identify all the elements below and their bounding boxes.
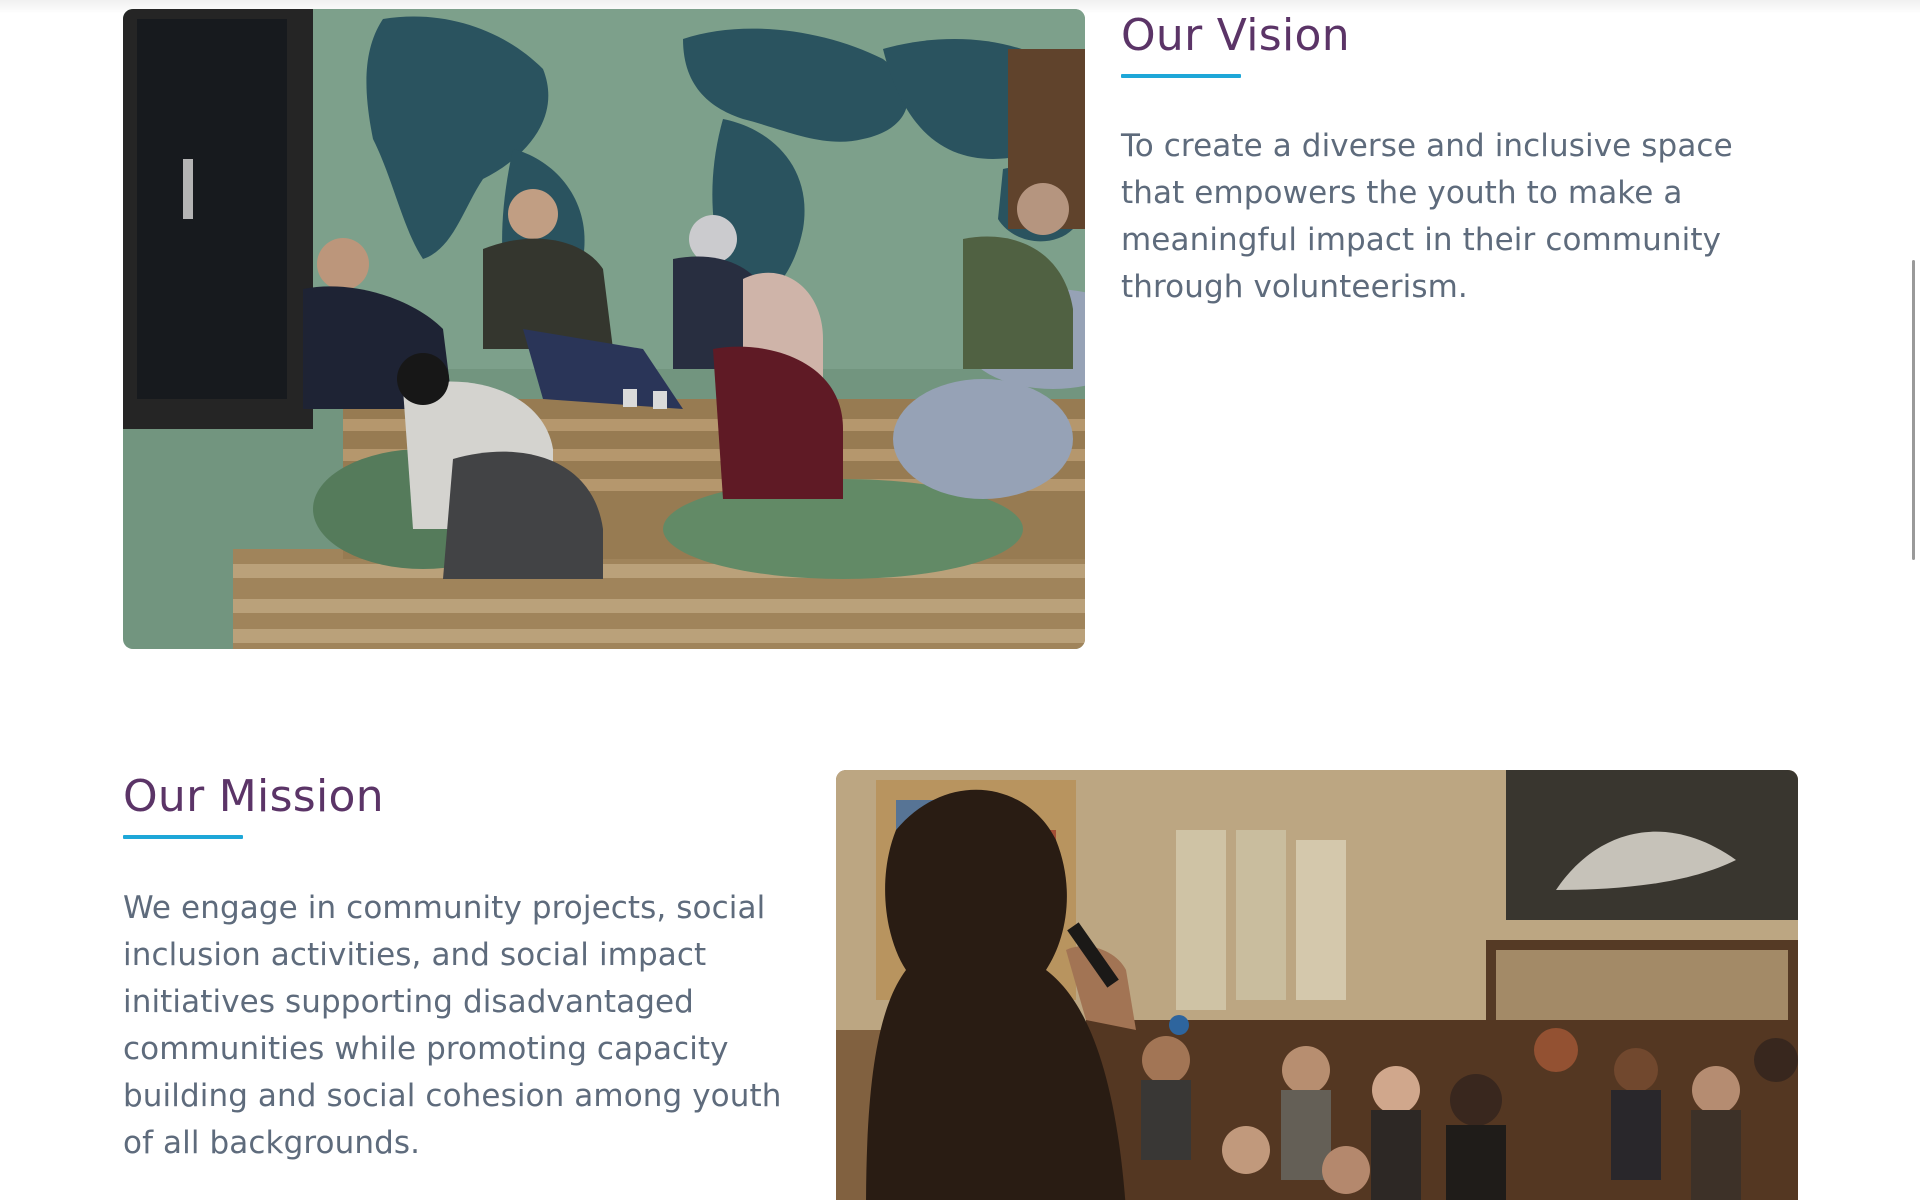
scrollbar-thumb[interactable] [1912, 260, 1915, 560]
vision-photo [123, 9, 1085, 649]
vision-heading: Our Vision [1121, 10, 1350, 61]
vision-heading-underline [1121, 74, 1241, 78]
mission-heading-underline [123, 835, 243, 839]
vision-text: To create a diverse and inclusive space … [1121, 128, 1733, 305]
mission-photo [836, 770, 1798, 1200]
mission-heading: Our Mission [123, 771, 384, 822]
mission-photo-illustration [836, 770, 1798, 1200]
vision-photo-illustration [123, 9, 1085, 649]
mission-text: We engage in community projects, social … [123, 890, 782, 1161]
page: Our Vision To create a diverse and inclu… [0, 0, 1920, 1200]
